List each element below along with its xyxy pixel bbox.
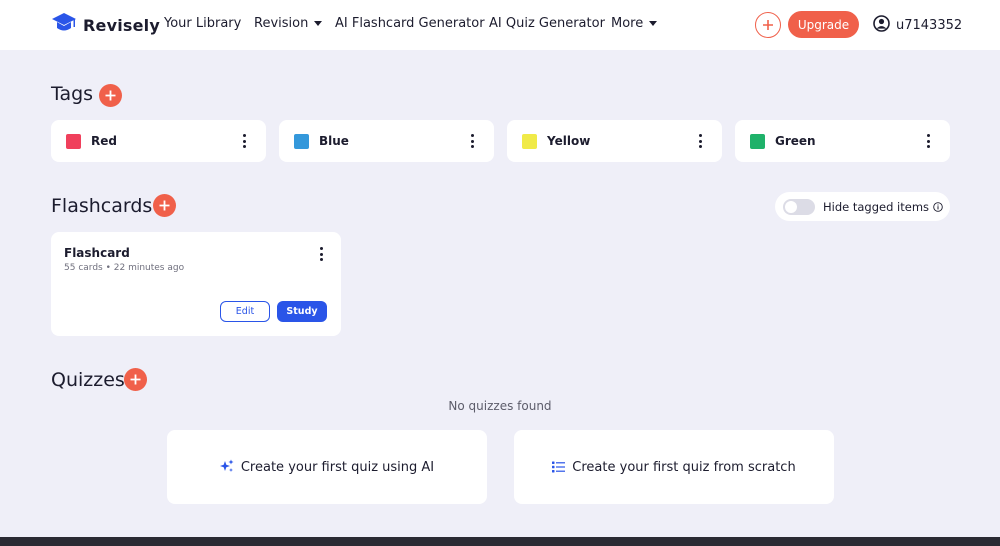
hide-tagged-toggle-container: Hide tagged items xyxy=(775,192,950,221)
brand-logo[interactable]: Revisely xyxy=(51,12,160,38)
bottom-bar xyxy=(0,537,1000,546)
tag-label: Blue xyxy=(319,134,349,148)
nav-ai-flashcard-generator[interactable]: AI Flashcard Generator xyxy=(335,16,485,31)
tags-heading: Tags xyxy=(51,83,94,105)
tag-label: Red xyxy=(91,134,117,148)
tag-color-swatch xyxy=(66,133,81,149)
study-button[interactable]: Study xyxy=(277,301,327,322)
create-quiz-ai-label: Create your first quiz using AI xyxy=(240,459,435,475)
hide-tagged-toggle[interactable] xyxy=(783,198,815,215)
tag-label: Green xyxy=(775,134,816,148)
info-icon[interactable] xyxy=(933,197,943,216)
user-menu[interactable]: u7143352 xyxy=(873,15,962,36)
add-flashcard-button[interactable] xyxy=(153,194,176,217)
plus-icon xyxy=(762,16,774,35)
plus-icon xyxy=(105,86,116,105)
tag-color-swatch xyxy=(522,133,537,149)
tag-card-yellow[interactable]: Yellow xyxy=(507,120,722,162)
top-nav: Revisely Your Library Revision AI Flashc… xyxy=(0,0,1000,50)
more-options-icon[interactable] xyxy=(470,134,474,148)
nav-revision-label: Revision xyxy=(254,16,309,31)
flashcard-set-meta: 55 cards • 22 minutes ago xyxy=(64,263,185,273)
no-quizzes-message: No quizzes found xyxy=(448,399,552,413)
tag-label: Yellow xyxy=(547,134,591,148)
edit-button[interactable]: Edit xyxy=(220,301,270,322)
plus-icon xyxy=(159,196,170,215)
nav-revision[interactable]: Revision xyxy=(254,16,323,31)
tag-card-green[interactable]: Green xyxy=(735,120,950,162)
flashcards-heading: Flashcards xyxy=(51,195,153,217)
tag-card-red[interactable]: Red xyxy=(51,120,266,162)
more-options-icon[interactable] xyxy=(698,134,702,148)
quizzes-heading: Quizzes xyxy=(51,369,125,391)
nav-more-label: More xyxy=(611,16,644,31)
more-options-icon[interactable] xyxy=(926,134,930,148)
nav-ai-quiz-generator[interactable]: AI Quiz Generator xyxy=(489,16,605,31)
brand-name: Revisely xyxy=(83,15,160,35)
create-quiz-scratch-card[interactable]: Create your first quiz from scratch xyxy=(514,430,834,504)
create-quiz-scratch-label: Create your first quiz from scratch xyxy=(572,459,796,475)
plus-icon xyxy=(130,370,141,389)
more-options-icon[interactable] xyxy=(319,247,323,261)
user-circle-icon xyxy=(873,15,890,36)
create-button[interactable] xyxy=(755,12,781,38)
create-quiz-ai-card[interactable]: Create your first quiz using AI xyxy=(167,430,487,504)
more-options-icon[interactable] xyxy=(242,134,246,148)
graduation-cap-icon xyxy=(51,12,77,38)
upgrade-button[interactable]: Upgrade xyxy=(788,11,859,38)
chevron-down-icon xyxy=(314,21,323,26)
flashcard-set-card[interactable]: Flashcard 55 cards • 22 minutes ago Edit… xyxy=(51,232,341,336)
username: u7143352 xyxy=(896,18,963,33)
list-icon xyxy=(552,458,566,477)
chevron-down-icon xyxy=(649,21,658,26)
tag-color-swatch xyxy=(750,133,765,149)
add-quiz-button[interactable] xyxy=(124,368,147,391)
tag-color-swatch xyxy=(294,133,309,149)
sparkles-icon xyxy=(219,458,234,477)
add-tag-button[interactable] xyxy=(99,84,122,107)
hide-tagged-label: Hide tagged items xyxy=(823,199,930,214)
nav-more[interactable]: More xyxy=(611,16,658,31)
flashcard-set-title: Flashcard xyxy=(64,246,130,260)
nav-your-library[interactable]: Your Library xyxy=(164,16,241,31)
tag-card-blue[interactable]: Blue xyxy=(279,120,494,162)
